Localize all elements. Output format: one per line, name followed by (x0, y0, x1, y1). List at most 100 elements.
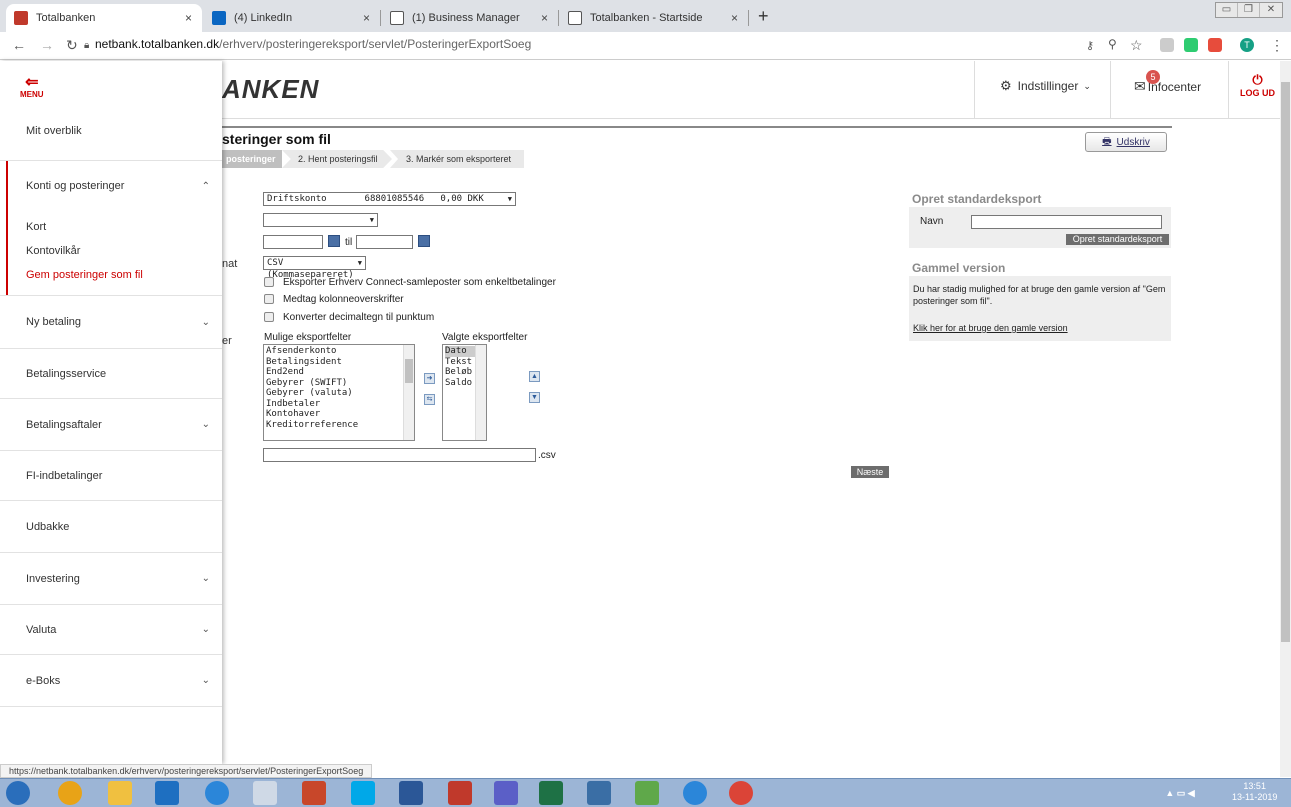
sidebar-item-new-payment[interactable]: Ny betaling ⌄ (0, 295, 222, 349)
logout-button[interactable]: ⏻ LOG UD (1240, 72, 1275, 98)
bookmark-star-icon[interactable]: ☆ (1130, 37, 1143, 54)
page-scroll-thumb[interactable] (1281, 82, 1290, 642)
date-from-input[interactable] (263, 235, 323, 249)
list-scrollbar[interactable] (475, 345, 486, 440)
calendar-icon[interactable] (418, 235, 430, 247)
period-select[interactable]: ▼ (263, 213, 378, 227)
sidebar-item-outbox[interactable]: Udbakke (0, 501, 222, 553)
system-tray-icons[interactable]: ▲ ▭ ◀ (1160, 781, 1200, 805)
sidebar-subitem-save-postings[interactable]: Gem posteringer som fil (26, 269, 143, 281)
restore-icon[interactable]: ❐ (1238, 3, 1260, 17)
start-button-icon[interactable] (6, 781, 30, 805)
sidebar-item-investment[interactable]: Investering ⌄ (0, 553, 222, 605)
list-scroll-thumb[interactable] (405, 359, 413, 383)
infocenter-button[interactable]: ✉ Infocenter (1134, 78, 1201, 95)
close-tab-icon[interactable]: × (185, 11, 192, 25)
step-2: 2. Hent posteringsfil (282, 150, 392, 168)
tab-business-manager[interactable]: (1) Business Manager × (382, 4, 558, 32)
close-tab-icon[interactable]: × (541, 11, 548, 25)
checkbox-column-headers[interactable] (264, 294, 274, 304)
chrome-icon[interactable] (729, 781, 753, 805)
export-name-input[interactable] (971, 215, 1162, 229)
list-item[interactable]: Indbetaler (266, 399, 412, 410)
browser-menu-icon[interactable]: ⋮ (1270, 37, 1284, 54)
sidebar-item-accounts[interactable]: Konti og posteringer ⌃ (0, 161, 222, 211)
excel-icon[interactable] (539, 781, 563, 805)
reload-icon[interactable]: ↻ (66, 37, 78, 54)
format-select[interactable]: CSV (Kommasepareret) ▼ (263, 256, 366, 280)
create-standard-export-button[interactable]: Opret standardeksport (1066, 234, 1169, 245)
zoom-icon[interactable]: ⚲ (1108, 37, 1117, 51)
checkbox-decimal-point[interactable] (264, 312, 274, 322)
list-item[interactable]: Kreditorreference (266, 420, 412, 431)
sidebar-active-indicator (6, 161, 8, 295)
teams-icon[interactable] (494, 781, 518, 805)
chrome-icon[interactable] (58, 781, 82, 805)
sidebar-item-payment-agreements[interactable]: Betalingsaftaler ⌄ (0, 399, 222, 451)
list-item[interactable]: Kontohaver (266, 409, 412, 420)
sidebar-item-overview[interactable]: Mit overblik (0, 101, 222, 161)
file-explorer-icon[interactable] (108, 781, 132, 805)
skype-icon[interactable] (351, 781, 375, 805)
list-item[interactable]: Gebyrer (SWIFT) (266, 378, 412, 389)
snipping-tool-icon[interactable] (253, 781, 277, 805)
word-icon[interactable] (399, 781, 423, 805)
outlook-icon[interactable] (155, 781, 179, 805)
checkbox-connect-single[interactable] (264, 277, 274, 287)
available-fields-list[interactable]: Afsenderkonto Betalingsident End2end Geb… (263, 344, 415, 441)
internet-explorer-icon[interactable] (683, 781, 707, 805)
sidebar-item-currency[interactable]: Valuta ⌄ (0, 605, 222, 655)
bank-logo[interactable]: ANKEN (222, 74, 319, 105)
zy-app-icon[interactable] (448, 781, 472, 805)
settings-menu[interactable]: ⚙ Indstillinger ⌄ (1000, 78, 1091, 94)
close-window-icon[interactable]: ✕ (1260, 3, 1282, 17)
list-item[interactable]: End2end (266, 367, 412, 378)
account-select[interactable]: Driftskonto 68801085546 0,00 DKK ▼ (263, 192, 516, 206)
sidebar-subitem-cards[interactable]: Kort (26, 221, 46, 233)
extension-icon[interactable] (1160, 38, 1174, 52)
selected-fields-list[interactable]: Dato Tekst Beløb Saldo (442, 344, 487, 441)
profile-avatar[interactable]: T (1240, 38, 1254, 52)
sidebar-subitem-account-terms[interactable]: Kontovilkår (26, 245, 80, 257)
forward-icon[interactable]: → (40, 37, 54, 53)
chevron-down-icon: ⌄ (201, 675, 210, 686)
list-item[interactable]: Betalingsident (266, 357, 412, 368)
tab-linkedin[interactable]: (4) LinkedIn × (204, 4, 380, 32)
internet-explorer-icon[interactable] (205, 781, 229, 805)
list-item[interactable]: Afsenderkonto (266, 346, 412, 357)
move-down-icon[interactable]: ▼ (529, 392, 540, 403)
taskbar-clock[interactable]: 13:51 13-11-2019 (1232, 781, 1277, 803)
url-field[interactable]: netbank.totalbanken.dk/erhverv/postering… (95, 37, 531, 51)
sidebar-item-payment-service[interactable]: Betalingsservice (0, 349, 222, 399)
date-to-input[interactable] (356, 235, 413, 249)
sidebar-item-fi-payments[interactable]: FI-indbetalinger (0, 451, 222, 501)
list-item[interactable]: Gebyrer (valuta) (266, 388, 412, 399)
move-up-icon[interactable]: ▲ (529, 371, 540, 382)
filename-input[interactable] (263, 448, 536, 462)
menu-toggle-button[interactable]: ⇐ MENU (20, 75, 44, 100)
minimize-icon[interactable]: ▭ (1216, 3, 1238, 17)
new-tab-button[interactable]: + (758, 6, 769, 27)
close-tab-icon[interactable]: × (731, 11, 738, 25)
powerpoint-icon[interactable] (302, 781, 326, 805)
extension-green-icon[interactable] (1184, 38, 1198, 52)
old-version-link[interactable]: Klik her for at bruge den gamle version (913, 323, 1068, 333)
calendar-icon[interactable] (328, 235, 340, 247)
tab-totalbanken[interactable]: Totalbanken × (6, 4, 202, 32)
photo-viewer-icon[interactable] (635, 781, 659, 805)
extension-red-icon[interactable] (1208, 38, 1222, 52)
key-icon[interactable]: ⚷ (1086, 39, 1094, 52)
header-divider (974, 61, 975, 118)
tab-totalbanken-startside[interactable]: Totalbanken - Startside × (560, 4, 748, 32)
close-tab-icon[interactable]: × (363, 11, 370, 25)
back-icon[interactable]: ← (12, 37, 26, 53)
gear-icon: ⚙ (1000, 78, 1012, 93)
remove-field-icon[interactable]: ⇆ (424, 394, 435, 405)
next-button[interactable]: Næste (851, 466, 889, 478)
remote-desktop-icon[interactable] (587, 781, 611, 805)
sidebar-item-eboks[interactable]: e-Boks ⌄ (0, 655, 222, 707)
sidebar-item-label: Betalingsaftaler (26, 418, 102, 431)
print-button[interactable]: 🖶︎ Udskriv (1085, 132, 1167, 152)
add-field-icon[interactable]: ➜ (424, 373, 435, 384)
list-scrollbar[interactable] (403, 345, 414, 440)
